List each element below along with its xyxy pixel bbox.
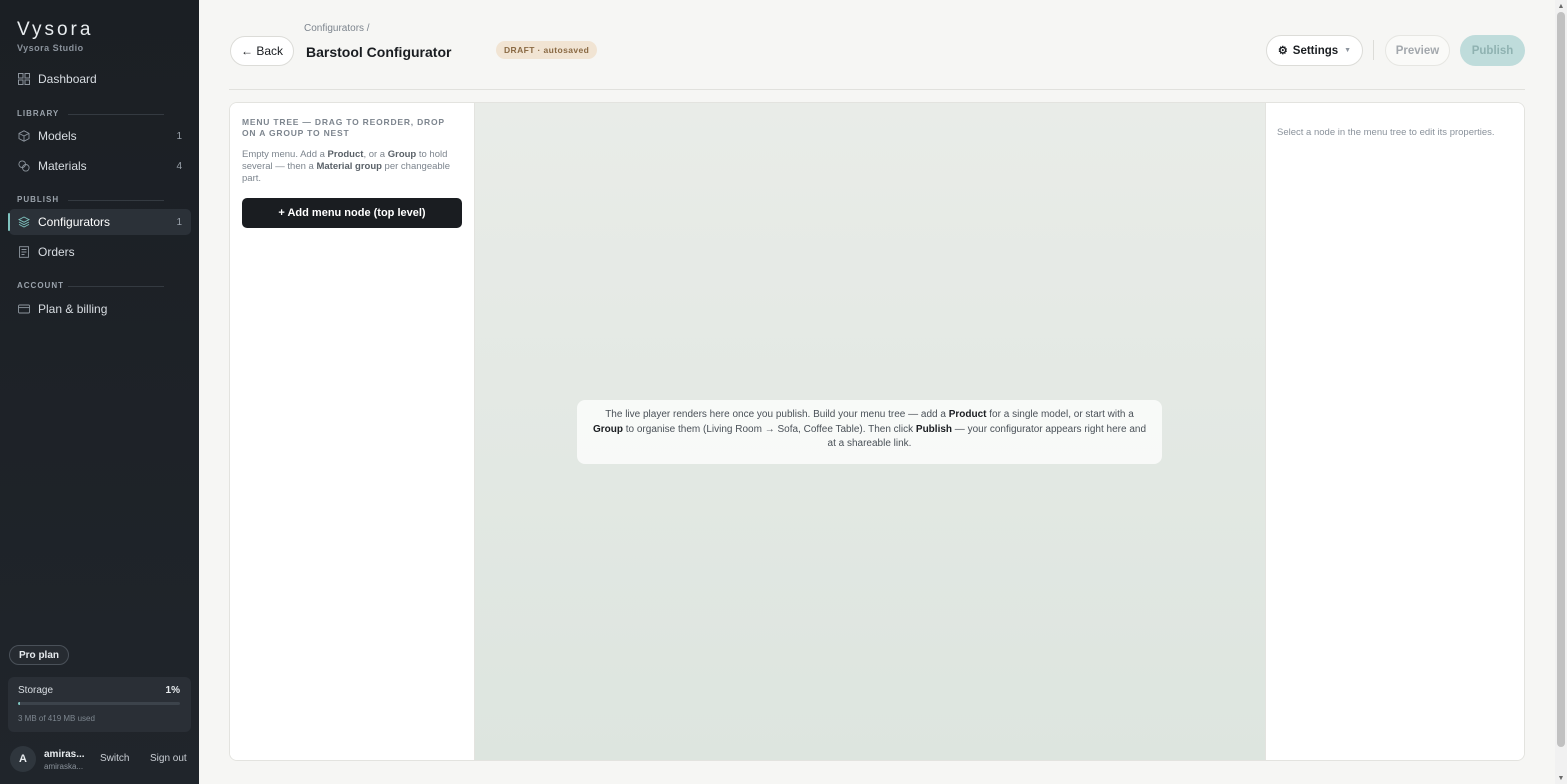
sidebar-item-label: Plan & billing bbox=[38, 302, 108, 316]
plan-badge[interactable]: Pro plan bbox=[9, 645, 70, 665]
chevron-down-icon: ▼ bbox=[1344, 47, 1352, 54]
section-divider bbox=[68, 114, 164, 115]
models-count: 1 bbox=[176, 130, 182, 142]
sidebar-item-billing[interactable]: Plan & billing bbox=[9, 296, 191, 322]
sign-out-link[interactable]: Sign out bbox=[150, 753, 187, 764]
section-label-library: LIBRARY bbox=[17, 109, 60, 118]
publish-button[interactable]: Publish bbox=[1460, 35, 1525, 66]
storage-used-text: 3 MB of 419 MB used bbox=[18, 714, 95, 723]
editor-frame: MENU TREE — DRAG TO REORDER, DROP ON A G… bbox=[229, 102, 1525, 761]
storage-progress-bar bbox=[18, 702, 180, 705]
brand-logo[interactable]: Vysora bbox=[17, 19, 93, 41]
sidebar-item-orders[interactable]: Orders bbox=[9, 239, 191, 265]
canvas-placeholder-message: The live player renders here once you pu… bbox=[577, 400, 1162, 464]
materials-count: 4 bbox=[176, 160, 182, 172]
configurators-count: 1 bbox=[176, 216, 182, 228]
add-menu-node-button[interactable]: + Add menu node (top level) bbox=[242, 198, 462, 228]
menu-tree-title: MENU TREE — DRAG TO REORDER, DROP ON A G… bbox=[242, 117, 445, 138]
scroll-down-icon[interactable]: ▼ bbox=[1555, 772, 1567, 784]
section-label-publish: PUBLISH bbox=[17, 195, 60, 204]
sidebar-item-label: Orders bbox=[38, 245, 75, 259]
scroll-up-icon[interactable]: ▲ bbox=[1555, 0, 1567, 12]
header-divider bbox=[1373, 40, 1374, 60]
storage-title: Storage bbox=[18, 685, 54, 696]
layers-icon bbox=[17, 216, 30, 229]
sidebar-item-label: Models bbox=[38, 129, 77, 143]
back-button[interactable]: ← Back bbox=[230, 36, 294, 66]
scrollbar-thumb[interactable] bbox=[1557, 12, 1565, 747]
status-badge: DRAFT · autosaved bbox=[496, 41, 598, 59]
page-scrollbar[interactable]: ▲ ▼ bbox=[1555, 0, 1567, 784]
sidebar-item-materials[interactable]: Materials 4 bbox=[9, 153, 191, 179]
settings-label: Settings bbox=[1292, 44, 1339, 57]
sidebar-item-dashboard[interactable]: Dashboard bbox=[9, 66, 191, 92]
breadcrumb[interactable]: Configurators / bbox=[304, 23, 370, 34]
storage-card: Storage 1% 3 MB of 419 MB used bbox=[8, 677, 191, 732]
sidebar-item-configurators[interactable]: Configurators 1 bbox=[8, 209, 191, 235]
section-divider bbox=[68, 200, 164, 201]
sidebar-item-label: Materials bbox=[38, 159, 87, 173]
header-rule bbox=[229, 89, 1525, 90]
storage-percent: 1% bbox=[165, 685, 180, 696]
switch-account-link[interactable]: Switch bbox=[100, 753, 129, 764]
sidebar-item-models[interactable]: Models 1 bbox=[9, 123, 191, 149]
sidebar-item-label: Configurators bbox=[38, 215, 111, 229]
gear-icon: ⚙ bbox=[1277, 45, 1288, 57]
sidebar: Vysora Vysora Studio Dashboard LIBRARY M… bbox=[0, 0, 199, 784]
card-icon bbox=[17, 303, 30, 316]
section-divider bbox=[68, 286, 164, 287]
preview-button[interactable]: Preview bbox=[1385, 35, 1450, 66]
section-label-account: ACCOUNT bbox=[17, 281, 64, 290]
grid-icon bbox=[17, 73, 30, 86]
sidebar-item-label: Dashboard bbox=[38, 72, 97, 86]
settings-button[interactable]: ⚙ Settings ▼ bbox=[1266, 35, 1363, 66]
receipt-icon bbox=[17, 246, 30, 259]
workspace-name: Vysora Studio bbox=[17, 43, 84, 53]
user-name: amiras... bbox=[44, 749, 85, 760]
avatar[interactable]: A bbox=[10, 746, 36, 772]
menu-tree-help: Empty menu. Add a Product, or a Group to… bbox=[242, 149, 451, 184]
swatches-icon bbox=[17, 160, 30, 173]
player-canvas[interactable]: The live player renders here once you pu… bbox=[475, 103, 1265, 760]
page-title: Barstool Configurator bbox=[306, 44, 452, 60]
properties-hint: Select a node in the menu tree to edit i… bbox=[1277, 127, 1495, 138]
storage-progress-fill bbox=[18, 702, 20, 705]
properties-panel: Select a node in the menu tree to edit i… bbox=[1265, 103, 1524, 760]
user-email: amiraska... bbox=[44, 762, 84, 771]
menu-tree-panel: MENU TREE — DRAG TO REORDER, DROP ON A G… bbox=[230, 103, 475, 760]
cube-icon bbox=[17, 130, 30, 143]
